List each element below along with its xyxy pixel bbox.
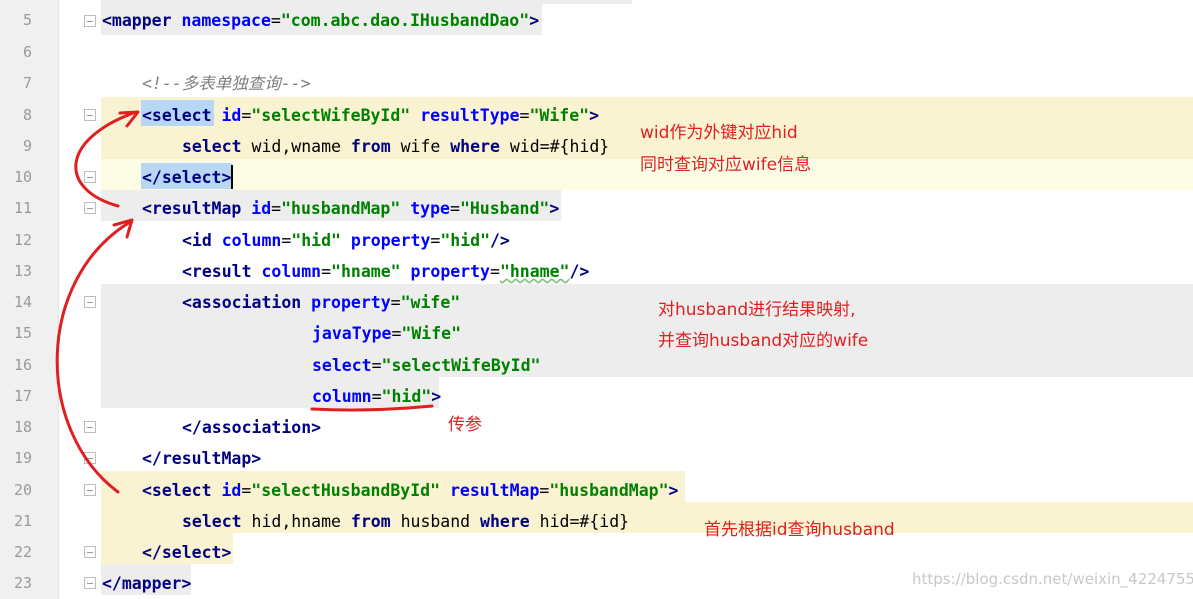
arrow-select-to-resultmap xyxy=(55,220,132,494)
underline-column-hid xyxy=(310,404,434,412)
watermark: https://blog.csdn.net/weixin_42247552 xyxy=(912,570,1193,588)
annotation-arrows xyxy=(55,110,434,494)
